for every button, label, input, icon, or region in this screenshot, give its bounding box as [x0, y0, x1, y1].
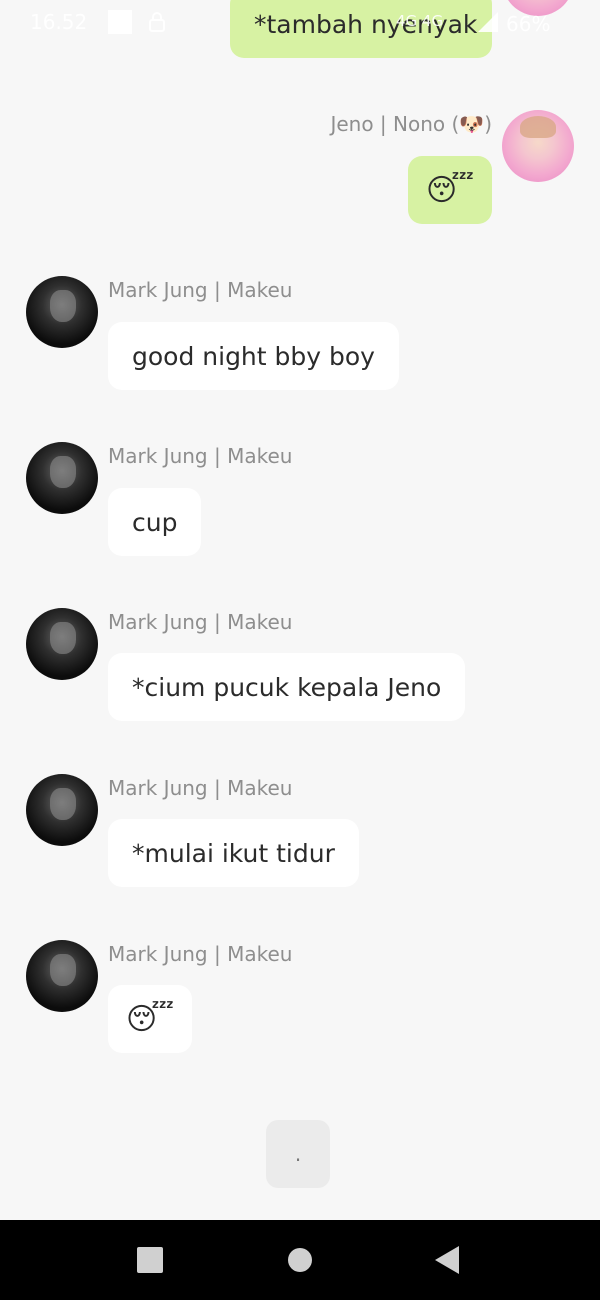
message-text: good night bby boy: [132, 341, 375, 371]
back-button[interactable]: [408, 1220, 488, 1300]
avatar-mark[interactable]: [26, 608, 98, 680]
notification-square-icon: [108, 10, 132, 34]
circle-icon: [288, 1248, 312, 1272]
message-text: *cium pucuk kepala Jeno: [132, 672, 442, 702]
sender-name: Mark Jung | Makeu: [108, 278, 293, 302]
message-bubble-mine[interactable]: 😴: [408, 156, 492, 224]
sender-name: Jeno | Nono (🐶): [330, 112, 492, 136]
triangle-back-icon: [435, 1246, 459, 1274]
avatar-mark[interactable]: [26, 940, 98, 1012]
message-bubble-other[interactable]: *mulai ikut tidur: [108, 819, 359, 887]
sleeping-face-emoji: 😴: [425, 172, 475, 208]
avatar-mark[interactable]: [26, 774, 98, 846]
avatar-jeno[interactable]: [502, 110, 574, 182]
sender-name: Mark Jung | Makeu: [108, 942, 293, 966]
sender-name: Mark Jung | Makeu: [108, 610, 293, 634]
status-bar: 16.52 4G 4G 66%: [0, 0, 600, 46]
home-button[interactable]: [260, 1220, 340, 1300]
typing-indicator: .: [266, 1120, 330, 1188]
lock-icon: [148, 12, 166, 37]
signal-icon: [478, 12, 498, 32]
network-indicator: 4G 4G: [396, 12, 444, 30]
sender-name: Mark Jung | Makeu: [108, 776, 293, 800]
avatar-mark[interactable]: [26, 276, 98, 348]
battery-indicator: 66%: [506, 12, 551, 36]
status-time: 16.52: [30, 10, 88, 34]
sender-name: Mark Jung | Makeu: [108, 444, 293, 468]
message-bubble-other[interactable]: 😴: [108, 985, 192, 1053]
square-icon: [137, 1247, 163, 1273]
chat-screen: *tambah nyenyak 16.52 4G 4G 66% Jeno | N…: [0, 0, 600, 1300]
message-text: *mulai ikut tidur: [132, 838, 335, 868]
message-bubble-other[interactable]: *cium pucuk kepala Jeno: [108, 653, 466, 721]
sleeping-face-emoji: 😴: [125, 1001, 175, 1037]
typing-dots: .: [294, 1142, 302, 1166]
message-bubble-other[interactable]: good night bby boy: [108, 322, 399, 390]
message-text: cup: [132, 507, 178, 537]
system-navigation-bar: [0, 1220, 600, 1300]
avatar-mark[interactable]: [26, 442, 98, 514]
message-bubble-other[interactable]: cup: [108, 488, 202, 556]
recent-apps-button[interactable]: [110, 1220, 190, 1300]
